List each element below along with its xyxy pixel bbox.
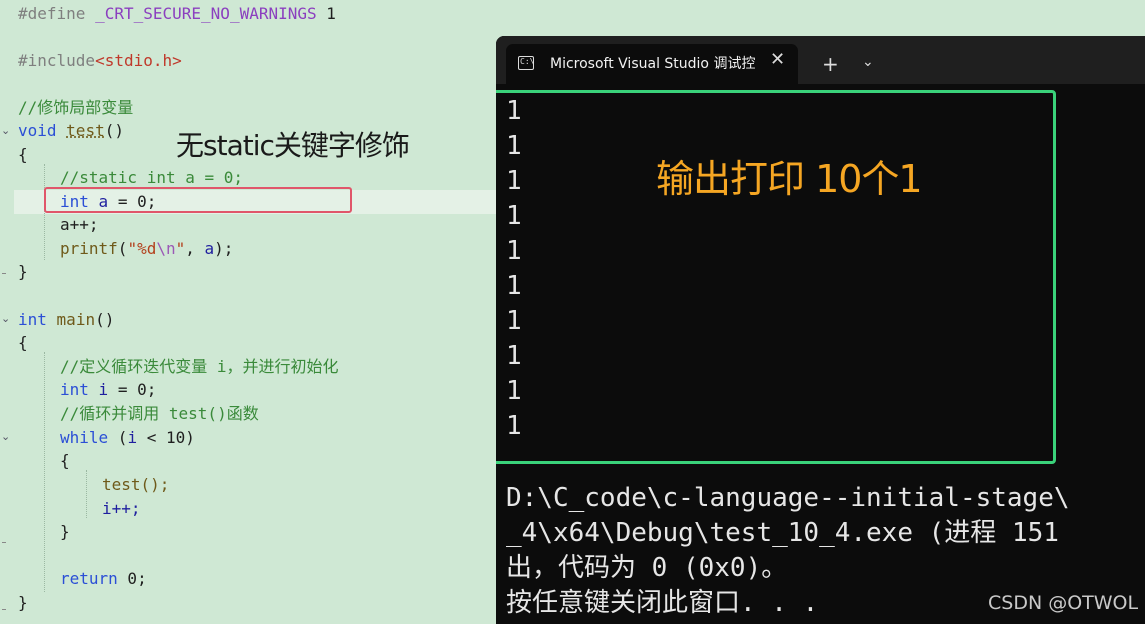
code-line-a-incr: a++; (60, 213, 99, 236)
keyword-int: int (18, 310, 47, 329)
code-line-brace: } (18, 591, 28, 614)
fold-end-marker (2, 273, 6, 274)
code-line-comment-static: //static int a = 0; (60, 166, 243, 189)
comma: , (185, 239, 205, 258)
brace-open: { (60, 451, 70, 470)
keyword-int: int (60, 380, 89, 399)
code-line-test-signature: void test() (18, 119, 124, 142)
return-value: 0; (117, 569, 147, 588)
code-line-comment-loop-var: //定义循环迭代变量 i，并进行初始化 (60, 355, 339, 378)
code-line-define: #define _CRT_SECURE_NO_WARNINGS 1 (18, 2, 336, 25)
parens: () (95, 310, 115, 329)
macro-value: 1 (326, 4, 336, 23)
terminal-icon: C:\ (518, 56, 534, 70)
fold-chevron-icon[interactable]: ⌄ (1, 124, 10, 137)
debug-console-window[interactable]: C:\ Microsoft Visual Studio 调试控 ✕ + ⌄ 1 … (496, 36, 1145, 624)
code-line-main-signature: int main() (18, 308, 114, 331)
indent-guide (44, 352, 45, 592)
code-line-int-i: int i = 0; (60, 378, 156, 401)
highlight-box-green (496, 90, 1056, 464)
code-line-include: #include<stdio.h> (18, 49, 182, 72)
comment: //定义循环迭代变量 i，并进行初始化 (60, 357, 339, 376)
code-line-brace: { (18, 143, 28, 166)
code-line-brace: { (60, 449, 70, 472)
keyword-while: while (60, 428, 109, 447)
parens: () (104, 121, 124, 140)
exit-path-line: _4\x64\Debug\test_10_4.exe (进程 151 (506, 518, 1059, 548)
code-line-return: return 0; (60, 567, 147, 590)
annotation-output-note: 输出打印 10个1 (656, 157, 923, 201)
function-call-test: test(); (102, 475, 170, 494)
preprocessor-define: #define (18, 4, 86, 23)
code-line-while: while (i < 10) (60, 426, 195, 449)
keyword-return: return (60, 569, 118, 588)
variable-a: a (204, 239, 215, 258)
brace-open: { (18, 145, 28, 164)
paren-close: ); (214, 239, 234, 258)
code-line-i-incr: i++; (102, 497, 141, 520)
console-tab[interactable]: C:\ Microsoft Visual Studio 调试控 ✕ (506, 44, 798, 84)
console-titlebar[interactable]: C:\ Microsoft Visual Studio 调试控 ✕ + ⌄ (496, 36, 1145, 84)
indent-guide (86, 470, 87, 518)
fold-end-marker (2, 609, 6, 610)
code-line-comment-loop-call: //循环并调用 test()函数 (60, 402, 259, 425)
brace-open: { (18, 333, 28, 352)
comment: //修饰局部变量 (18, 98, 134, 117)
preprocessor-include: #include (18, 51, 96, 70)
watermark: CSDN @OTWOL (988, 592, 1139, 614)
code-line-brace: { (18, 331, 28, 354)
fold-end-marker (2, 542, 6, 543)
code-line-brace: } (60, 520, 70, 543)
condition: < 10) (137, 428, 195, 447)
variable-i: i (127, 428, 138, 447)
brace-close: } (18, 593, 28, 612)
function-name-test: test (66, 121, 105, 140)
statement: a++; (60, 215, 99, 234)
function-name-main: main (56, 310, 96, 329)
statement: i++; (102, 499, 141, 518)
new-tab-plus-icon[interactable]: + (822, 52, 839, 76)
highlight-box-red (44, 187, 352, 213)
code-line-test-call: test(); (102, 473, 169, 496)
keyword-void: void (18, 121, 57, 140)
paren: ( (108, 428, 128, 447)
assign-zero: = 0; (108, 380, 157, 399)
include-header: <stdio.h> (95, 51, 182, 70)
string-literal-end: " (175, 239, 186, 258)
comment: //static int a = 0; (60, 168, 244, 187)
annotation-no-static: 无static关键字修饰 (176, 129, 410, 162)
variable-i: i (98, 380, 109, 399)
close-icon[interactable]: ✕ (770, 49, 785, 70)
brace-close: } (18, 262, 28, 281)
function-printf: printf (60, 239, 118, 258)
exit-path-line: D:\C_code\c-language--initial-stage\ (506, 483, 1070, 513)
code-line-printf: printf("%d\n", a); (60, 237, 233, 260)
paren: ( (117, 239, 128, 258)
exit-code-line: 出，代码为 0 (0x0)。 (506, 553, 788, 583)
macro-name: _CRT_SECURE_NO_WARNINGS (95, 4, 317, 23)
brace-close: } (60, 522, 70, 541)
tab-title: Microsoft Visual Studio 调试控 (550, 56, 756, 72)
fold-chevron-icon[interactable]: ⌄ (1, 312, 10, 325)
press-key-line: 按任意键关闭此窗口. . . (506, 588, 819, 618)
fold-chevron-icon[interactable]: ⌄ (1, 430, 10, 443)
escape-sequence: \n (156, 239, 176, 258)
code-line-comment-local: //修饰局部变量 (18, 96, 133, 119)
chevron-down-icon[interactable]: ⌄ (862, 54, 874, 70)
code-line-brace: } (18, 260, 28, 283)
string-literal: "%d (127, 239, 157, 258)
comment: //循环并调用 test()函数 (60, 404, 259, 423)
